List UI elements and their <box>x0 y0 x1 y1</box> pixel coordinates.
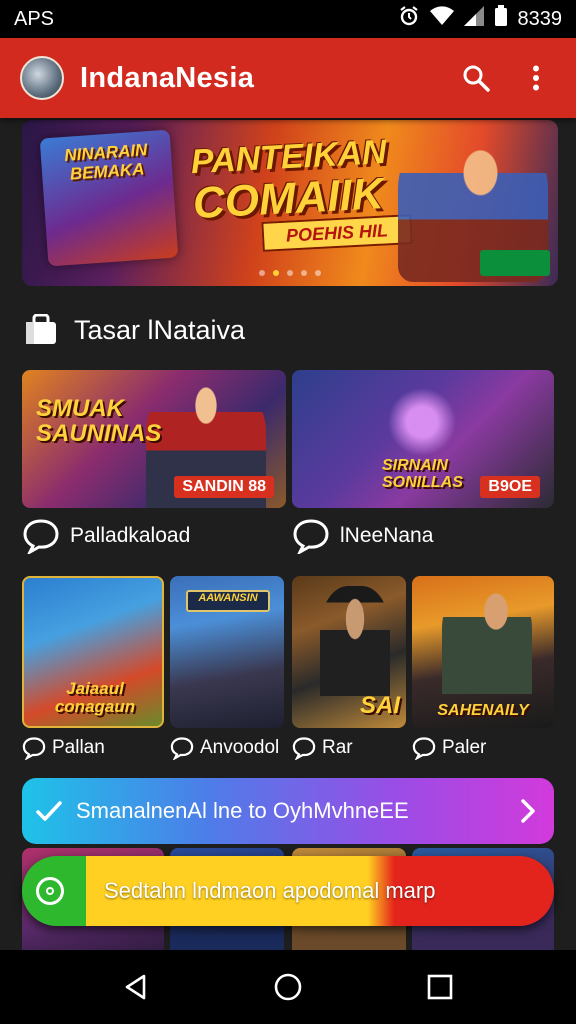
banner-poster-text: NINARAIN BEMAKA <box>63 140 148 184</box>
promo-banner-text: SmanalnenAl lne to OyhMvhneEE <box>76 798 409 823</box>
pager-dot[interactable] <box>301 270 307 276</box>
chat-bubble-icon <box>412 737 436 760</box>
featured-thumb[interactable]: SMUAK SAUNINAS SANDIN 88 <box>22 370 286 508</box>
status-left-text: APS <box>14 7 55 30</box>
status-bar: APS 8339 <box>0 0 576 38</box>
grid-card-3[interactable]: SAI Rar <box>292 576 406 760</box>
grid-card-1[interactable]: Jaiaaul conagaun Pallan <box>22 576 164 760</box>
chat-bubble-icon <box>292 737 316 760</box>
chat-bubble-icon <box>293 519 329 554</box>
grid-caption: Pallan <box>22 736 164 760</box>
nav-home-button[interactable] <box>260 959 316 1015</box>
battery-icon <box>494 5 508 33</box>
status-icons: 8339 <box>398 5 563 33</box>
banner-pager-dots[interactable] <box>22 270 558 276</box>
chat-bubble-icon <box>22 737 46 760</box>
banner-ribbon: POEHIS HIL <box>261 214 413 252</box>
banner-poster: NINARAIN BEMAKA <box>39 129 179 267</box>
chat-bubble-icon <box>23 519 59 554</box>
search-button[interactable] <box>452 54 500 102</box>
nav-recents-button[interactable] <box>412 959 468 1015</box>
grid-thumb[interactable]: AAWANSIN <box>170 576 284 728</box>
grid-thumb[interactable]: Jaiaaul conagaun <box>22 576 164 728</box>
thumb-art <box>442 584 532 694</box>
more-vert-icon <box>533 65 539 91</box>
promo-banner[interactable]: SmanalnenAl lne to OyhMvhneEE <box>22 778 554 844</box>
thumb-title: AAWANSIN <box>198 592 258 604</box>
pager-dot[interactable] <box>315 270 321 276</box>
grid-caption-text: Paler <box>442 737 487 758</box>
thumb-tag: B9OE <box>480 476 540 498</box>
thumb-title: SAHENAILY <box>437 702 529 720</box>
thumb-title: SIRNAIN SONILLAS <box>382 457 463 491</box>
pager-dot[interactable] <box>287 270 293 276</box>
grid-card-4[interactable]: SAHENAILY Paler <box>412 576 554 760</box>
search-icon <box>463 65 490 92</box>
signal-icon <box>463 6 484 32</box>
grid-thumb[interactable]: SAI <box>292 576 406 728</box>
toast-status-icon <box>36 877 64 905</box>
thumb-title: SAI <box>359 691 400 719</box>
thumb-title: SMUAK SAUNINAS <box>36 395 162 448</box>
toast-text: Sedtahn lndmaon apodomal marp <box>104 878 436 903</box>
grid-thumb[interactable]: SAHENAILY <box>412 576 554 728</box>
grid-caption: Paler <box>412 736 554 760</box>
grid-caption-text: Pallan <box>52 737 105 758</box>
pager-dot-active[interactable] <box>273 270 279 276</box>
chevron-right-icon <box>521 799 535 823</box>
featured-card-1[interactable]: SMUAK SAUNINAS SANDIN 88 Palladkaload <box>22 370 286 554</box>
grid-caption-text: Anvoodol <box>200 737 280 758</box>
bag-icon <box>26 314 56 344</box>
back-icon <box>125 974 146 1000</box>
featured-caption-text: lNeeNana <box>340 524 434 547</box>
pager-dot[interactable] <box>259 270 265 276</box>
thumb-tag: SANDIN 88 <box>174 476 274 498</box>
thumb-art <box>320 586 390 696</box>
featured-caption: Palladkaload <box>22 518 286 554</box>
nav-back-button[interactable] <box>108 959 164 1015</box>
app-logo[interactable] <box>20 56 64 100</box>
thumb-title: Jaiaaul conagaun <box>54 679 136 717</box>
featured-caption-text: Palladkaload <box>70 524 191 547</box>
content-scroll[interactable]: NINARAIN BEMAKA PANTEIKAN COMAIIK POEHIS… <box>0 118 576 950</box>
alarm-icon <box>398 5 420 33</box>
check-icon <box>36 801 62 821</box>
app-title: IndanaNesia <box>80 61 255 94</box>
grid-caption: Anvoodol <box>170 736 284 760</box>
toast-message[interactable]: Sedtahn lndmaon apodomal marp <box>22 856 554 926</box>
status-right-text: 8339 <box>517 7 563 30</box>
app-bar: IndanaNesia <box>0 38 576 118</box>
section-title: Tasar lNataiva <box>74 314 246 345</box>
recents-icon <box>427 974 453 1000</box>
featured-card-2[interactable]: SIRNAIN SONILLAS B9OE lNeeNana <box>292 370 554 554</box>
hero-banner[interactable]: NINARAIN BEMAKA PANTEIKAN COMAIIK POEHIS… <box>22 120 558 286</box>
featured-caption: lNeeNana <box>292 518 554 554</box>
overflow-menu-button[interactable] <box>512 54 560 102</box>
wifi-icon <box>429 6 454 32</box>
grid-caption: Rar <box>292 736 406 760</box>
featured-thumb[interactable]: SIRNAIN SONILLAS B9OE <box>292 370 554 508</box>
home-icon <box>274 973 302 1001</box>
section-header: Tasar lNataiva <box>24 310 245 350</box>
grid-card-2[interactable]: AAWANSIN Anvoodol <box>170 576 284 760</box>
chat-bubble-icon <box>170 737 194 760</box>
system-nav-bar <box>0 950 576 1024</box>
grid-caption-text: Rar <box>322 737 353 758</box>
banner-title: PANTEIKAN COMAIIK <box>190 133 390 228</box>
